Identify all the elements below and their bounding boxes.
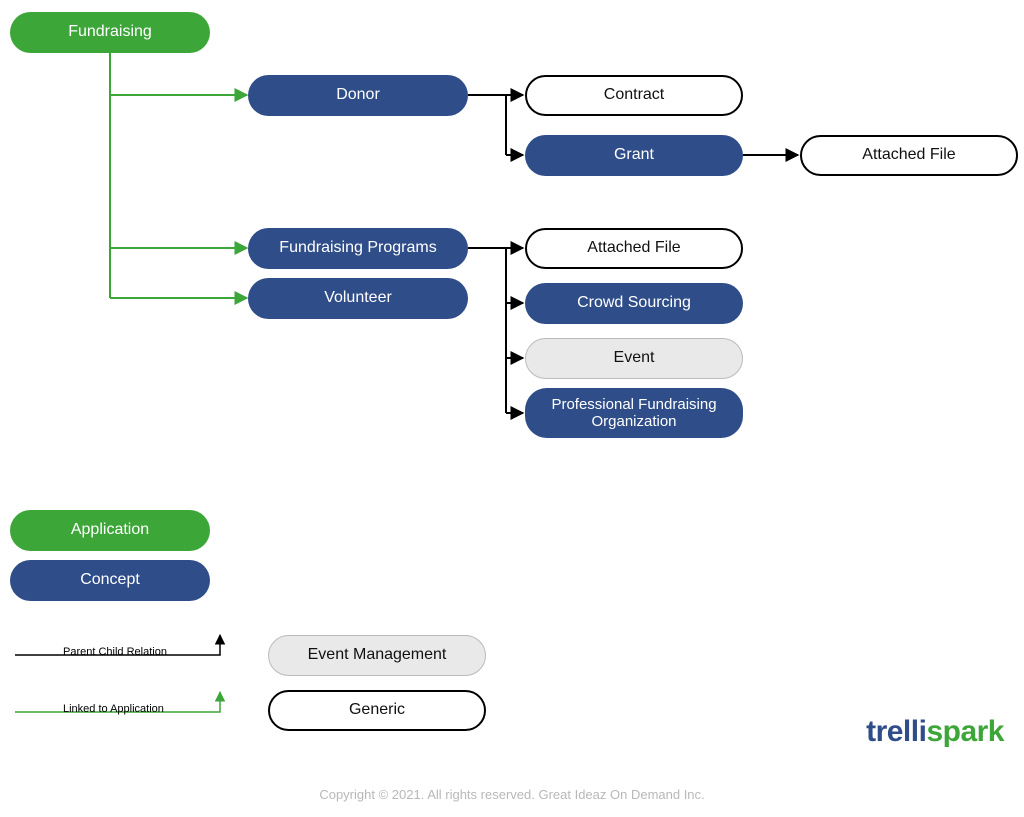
legend-generic: Generic (268, 690, 486, 731)
node-crowd-sourcing: Crowd Sourcing (525, 283, 743, 324)
node-professional-fundraising-org: Professional Fundraising Organization (525, 388, 743, 438)
node-contract: Contract (525, 75, 743, 116)
node-attached-file-2: Attached File (525, 228, 743, 269)
legend-event-management: Event Management (268, 635, 486, 676)
node-volunteer: Volunteer (248, 278, 468, 319)
trellispark-logo: trellispark (866, 715, 1004, 749)
logo-part2: spark (926, 715, 1004, 748)
node-attached-file-1: Attached File (800, 135, 1018, 176)
legend-concept: Concept (10, 560, 210, 601)
legend-linked-to-application-label: Linked to Application (63, 703, 164, 715)
copyright-footer: Copyright © 2021. All rights reserved. G… (0, 787, 1024, 802)
node-donor: Donor (248, 75, 468, 116)
node-fundraising: Fundraising (10, 12, 210, 53)
connector-layer (0, 0, 1024, 817)
node-event: Event (525, 338, 743, 379)
node-fundraising-programs: Fundraising Programs (248, 228, 468, 269)
legend-parent-child-label: Parent Child Relation (63, 646, 167, 658)
node-grant: Grant (525, 135, 743, 176)
logo-part1: trelli (866, 715, 926, 748)
legend-application: Application (10, 510, 210, 551)
